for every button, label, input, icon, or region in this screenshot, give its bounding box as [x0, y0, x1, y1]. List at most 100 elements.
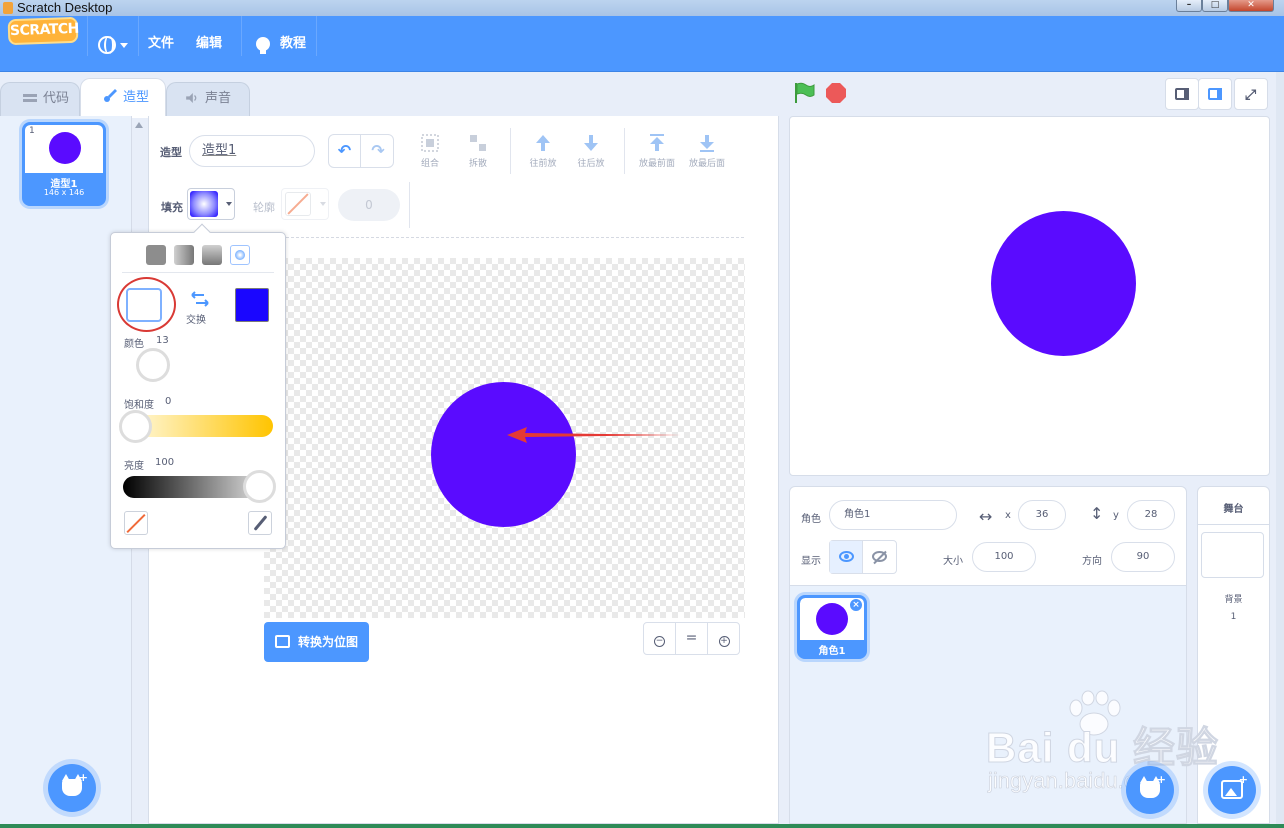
maximize-button[interactable]: □: [1202, 0, 1228, 12]
minimize-button[interactable]: –: [1176, 0, 1202, 12]
color-label: 颜色: [124, 339, 144, 350]
direction-input[interactable]: 90: [1111, 542, 1175, 572]
brightness-value: 100: [155, 457, 175, 468]
backdrop-thumbnail[interactable]: [1201, 532, 1264, 578]
solid-fill-button[interactable]: [146, 245, 166, 265]
sprite-name-input[interactable]: 角色1: [829, 500, 957, 530]
scratch-logo[interactable]: SCRATCH: [7, 16, 79, 46]
stop-icon[interactable]: [826, 83, 846, 103]
brightness-slider-handle[interactable]: [243, 470, 276, 503]
menu-divider: [241, 16, 242, 56]
size-input[interactable]: 100: [972, 542, 1036, 572]
stage-divider: [1198, 524, 1269, 525]
tutorials-menu[interactable]: 教程: [280, 16, 306, 72]
tab-code[interactable]: 代码: [0, 82, 80, 116]
show-sprite-button[interactable]: [830, 541, 863, 573]
annotation-red-arrow: [507, 427, 681, 443]
undo-button[interactable]: ↶: [329, 135, 361, 167]
x-input[interactable]: 36: [1018, 500, 1066, 530]
close-window-button[interactable]: ✕: [1228, 0, 1274, 12]
chevron-down-icon: [226, 202, 232, 206]
brightness-label: 亮度: [124, 461, 144, 472]
delete-sprite-button[interactable]: ×: [849, 598, 863, 612]
vertical-arrows-icon: ↕: [1090, 504, 1104, 523]
outline-color-button[interactable]: [281, 188, 329, 220]
window-title: Scratch Desktop: [17, 0, 113, 15]
convert-button-label: 转换为位图: [298, 635, 359, 649]
window-titlebar: Scratch Desktop – □ ✕: [0, 0, 1284, 16]
outline-width-input[interactable]: 0: [338, 189, 400, 221]
choose-costume-button[interactable]: +: [48, 764, 96, 812]
color-slider-handle[interactable]: [136, 348, 170, 382]
visibility-toggle: [829, 540, 897, 574]
eyedropper-button[interactable]: [248, 511, 272, 535]
costume-index: 1: [29, 126, 35, 136]
paintbrush-icon: [104, 89, 117, 102]
choose-backdrop-button[interactable]: +: [1208, 766, 1256, 814]
swap-label: 交换: [186, 315, 206, 326]
fill-color-button[interactable]: [187, 188, 235, 220]
stage-title: 舞台: [1223, 504, 1244, 515]
canvas-circle-shape[interactable]: [431, 382, 576, 527]
zoom-in-icon: +: [718, 636, 730, 647]
sprite-thumbnail-circle: [816, 603, 848, 635]
sprite-name: 角色1: [818, 646, 846, 657]
menu-divider: [87, 16, 88, 56]
eye-off-icon[interactable]: [872, 551, 887, 562]
front-button[interactable]: 放最前面: [629, 132, 685, 172]
edit-menu[interactable]: 编辑: [196, 16, 222, 72]
arrow-to-top-icon: [650, 134, 664, 151]
fullscreen-button[interactable]: ⤢: [1234, 78, 1268, 110]
vertical-gradient-button[interactable]: [202, 245, 222, 265]
small-stage-button[interactable]: [1165, 78, 1199, 110]
stage-sprite-circle[interactable]: [991, 211, 1136, 356]
costume-name-label: 造型: [160, 146, 182, 159]
backdrops-label: 背景: [1224, 595, 1243, 605]
back-label: 放最后面: [688, 159, 725, 169]
chevron-down-icon: [320, 202, 326, 206]
zoom-in-button[interactable]: +: [708, 623, 740, 654]
color-value: 13: [156, 335, 169, 346]
saturation-value: 0: [165, 396, 172, 407]
menu-divider: [138, 16, 139, 56]
chevron-down-icon: [120, 43, 128, 48]
annotation-red-circle: [117, 277, 176, 332]
normal-stage-button[interactable]: [1198, 78, 1232, 110]
y-label: y: [1113, 510, 1119, 521]
tab-sounds[interactable]: 声音: [166, 82, 250, 116]
choose-sprite-button[interactable]: +: [1126, 766, 1174, 814]
window-edge: [1276, 72, 1284, 828]
file-menu[interactable]: 文件: [148, 16, 174, 72]
convert-to-bitmap-button[interactable]: 转换为位图: [264, 622, 369, 662]
tab-costumes[interactable]: 造型: [80, 78, 166, 118]
small-stage-icon: [1175, 88, 1189, 100]
horizontal-gradient-button[interactable]: [174, 245, 194, 265]
redo-button[interactable]: ↷: [362, 135, 394, 167]
backward-button[interactable]: 往后放: [563, 132, 619, 172]
forward-label: 往前放: [529, 159, 557, 169]
green-flag-icon[interactable]: [793, 82, 815, 104]
tab-sounds-label: 声音: [205, 91, 232, 106]
no-color-button[interactable]: [124, 511, 148, 535]
language-menu[interactable]: [96, 16, 132, 72]
costume-name-input[interactable]: 造型1: [189, 135, 315, 167]
zoom-out-button[interactable]: −: [644, 623, 676, 654]
plus-icon: +: [1238, 773, 1248, 786]
direction-label: 方向: [1082, 556, 1102, 567]
ungroup-button[interactable]: 拆散: [450, 132, 506, 172]
y-input[interactable]: 28: [1127, 500, 1175, 530]
watermark-brand: Bai du 经验: [985, 724, 1220, 772]
swap-icon[interactable]: [190, 290, 210, 308]
radial-gradient-button[interactable]: [230, 245, 250, 265]
plus-icon: +: [1156, 773, 1166, 786]
costume-tile[interactable]: 1 造型1 146 x 146: [22, 122, 106, 206]
code-blocks-icon: [23, 94, 37, 102]
zoom-reset-button[interactable]: =: [676, 623, 708, 654]
saturation-label: 饱和度: [124, 400, 154, 411]
gradient-color-2-swatch[interactable]: [235, 288, 269, 322]
back-button[interactable]: 放最后面: [679, 132, 735, 172]
toolbar-dashed-divider: [286, 237, 744, 238]
scroll-up-arrow[interactable]: [135, 122, 143, 128]
costume-thumbnail-circle: [49, 132, 81, 164]
saturation-slider-handle[interactable]: [119, 410, 152, 443]
